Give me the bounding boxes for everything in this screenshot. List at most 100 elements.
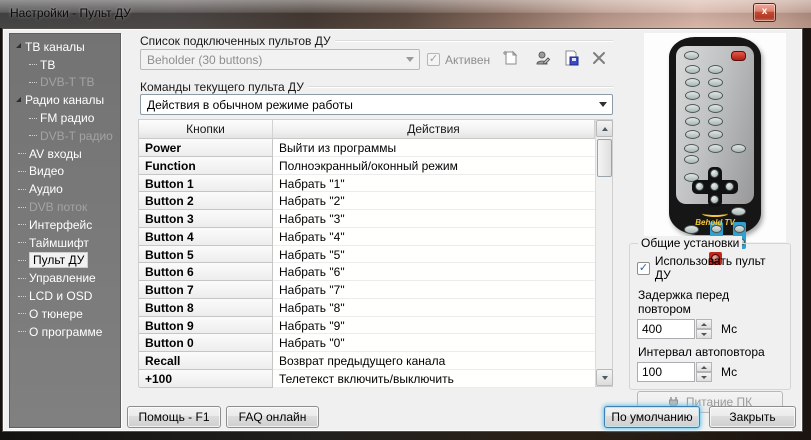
button-cell[interactable]: Button 6 [139,263,273,281]
table-row[interactable]: Button 9Набрать "9" [139,317,595,335]
button-cell[interactable]: Button 4 [139,228,273,246]
scroll-down-icon[interactable] [596,369,613,386]
action-cell[interactable]: Набрать "6" [273,263,595,281]
table-row[interactable]: Button 1Набрать "1" [139,175,595,193]
table-row[interactable]: Button 6Набрать "6" [139,263,595,281]
sidebar-item-5[interactable]: DVB-T радио [10,127,120,145]
sidebar-item-8[interactable]: Аудио [10,180,120,198]
delete-remote-icon[interactable] [588,47,610,69]
column-header-actions[interactable]: Действия [273,120,595,139]
mode-select[interactable]: Действия в обычном режиме работы [140,94,613,115]
spin-down-icon[interactable] [696,372,712,382]
delay-spinner[interactable] [696,319,712,339]
scrollbar-thumb[interactable] [597,139,612,177]
table-row[interactable]: Button 8Набрать "8" [139,299,595,317]
action-cell[interactable]: Набрать "0" [273,334,595,352]
sidebar-item-9[interactable]: DVB поток [10,198,120,216]
sidebar-item-16[interactable]: О программе [10,323,120,341]
table-row[interactable]: Button 5Набрать "5" [139,246,595,264]
action-cell[interactable]: Набрать "4" [273,228,595,246]
active-checkbox[interactable]: ✓ [427,53,440,66]
action-cell[interactable]: Набрать "2" [273,192,595,210]
table-row[interactable]: Button 2Набрать "2" [139,192,595,210]
button-cell[interactable]: Button 0 [139,334,273,352]
sidebar-item-3[interactable]: Радио каналы [10,91,120,109]
rename-remote-icon[interactable] [532,47,554,69]
action-cell[interactable]: Полноэкранный/оконный режим [273,157,595,175]
sidebar-item-10[interactable]: Интерфейс [10,216,120,234]
faq-button[interactable]: FAQ онлайн [226,406,319,428]
expand-arrow-icon[interactable] [16,43,21,48]
button-cell[interactable]: Power [139,139,273,157]
table-row[interactable]: Button 3Набрать "3" [139,210,595,228]
action-cell[interactable]: Набрать "3" [273,210,595,228]
table-row[interactable]: +100Телетекст включить/выключить [139,370,595,388]
remote-digit-button [708,78,723,87]
spin-up-icon[interactable] [696,319,712,329]
sidebar-item-6[interactable]: AV входы [10,145,120,163]
mode-select-value: Действия в обычном режиме работы [147,98,353,112]
table-row[interactable]: PowerВыйти из программы [139,139,595,157]
sidebar-item-0[interactable]: ТВ каналы [10,38,120,56]
spin-down-icon[interactable] [696,329,712,339]
table-row[interactable]: Button 0Набрать "0" [139,334,595,352]
table-row[interactable]: Button 4Набрать "4" [139,228,595,246]
table-row[interactable]: RecallВозврат предыдущего канала [139,352,595,370]
action-cell[interactable]: Набрать "1" [273,175,595,193]
interval-input[interactable] [637,362,695,382]
table-scrollbar[interactable] [595,120,612,386]
tree-connector [18,224,26,225]
active-checkbox-label: Активен [445,53,490,67]
sidebar-item-7[interactable]: Видео [10,163,120,181]
sidebar-item-4[interactable]: FM радио [10,109,120,127]
sidebar-item-2[interactable]: DVB-T ТВ [10,74,120,92]
action-cell[interactable]: Набрать "7" [273,281,595,299]
spin-up-icon[interactable] [696,362,712,372]
button-cell[interactable]: Button 9 [139,317,273,335]
use-remote-checkbox[interactable]: ✓ [637,262,650,275]
action-cell[interactable]: Возврат предыдущего канала [273,352,595,370]
action-cell[interactable]: Выйти из программы [273,139,595,157]
button-cell[interactable]: Button 3 [139,210,273,228]
table-row[interactable]: FunctionПолноэкранный/оконный режим [139,157,595,175]
close-button[interactable]: Закрыть [709,406,796,428]
column-header-buttons[interactable]: Кнопки [139,120,273,139]
action-cell[interactable]: Набрать "5" [273,246,595,264]
sidebar-item-12[interactable]: Пульт ДУ [10,252,120,270]
tree-connector [18,278,26,279]
sidebar-item-11[interactable]: Таймшифт [10,234,120,252]
window-titlebar[interactable]: Настройки - Пульт ДУ x [0,0,811,28]
sidebar-item-label: DVB поток [29,200,87,214]
interval-spinner[interactable] [696,362,712,382]
tree-connector [18,331,26,332]
remote-brand-logo: Behold TV [669,210,761,227]
table-row[interactable]: Button 7Набрать "7" [139,281,595,299]
window-close-button[interactable]: x [753,3,776,22]
action-cell[interactable]: Набрать "9" [273,317,595,335]
save-remote-icon[interactable] [560,47,582,69]
button-cell[interactable]: Button 1 [139,175,273,193]
button-cell[interactable]: +100 [139,370,273,388]
expand-arrow-icon[interactable] [16,97,21,102]
remote-select[interactable]: Beholder (30 buttons) [140,49,420,70]
button-cell[interactable]: Function [139,157,273,175]
delay-input[interactable] [637,319,695,339]
remote-digit-grid [676,65,754,139]
button-cell[interactable]: Button 8 [139,299,273,317]
action-cell[interactable]: Телетекст включить/выключить [273,370,595,388]
sidebar-item-14[interactable]: LCD и OSD [10,287,120,305]
scroll-up-icon[interactable] [596,120,613,137]
button-cell[interactable]: Button 5 [139,246,273,264]
button-cell[interactable]: Recall [139,352,273,370]
action-cell[interactable]: Набрать "8" [273,299,595,317]
remote-digit-button [685,104,700,113]
new-remote-icon[interactable] [499,47,521,69]
help-button[interactable]: Помощь - F1 [127,406,221,428]
sidebar-item-13[interactable]: Управление [10,269,120,287]
sidebar-item-1[interactable]: ТВ [10,56,120,74]
sidebar-item-15[interactable]: О тюнере [10,305,120,323]
sidebar-item-label: Управление [29,271,96,285]
button-cell[interactable]: Button 7 [139,281,273,299]
button-cell[interactable]: Button 2 [139,192,273,210]
defaults-button[interactable]: По умолчанию [604,406,700,428]
